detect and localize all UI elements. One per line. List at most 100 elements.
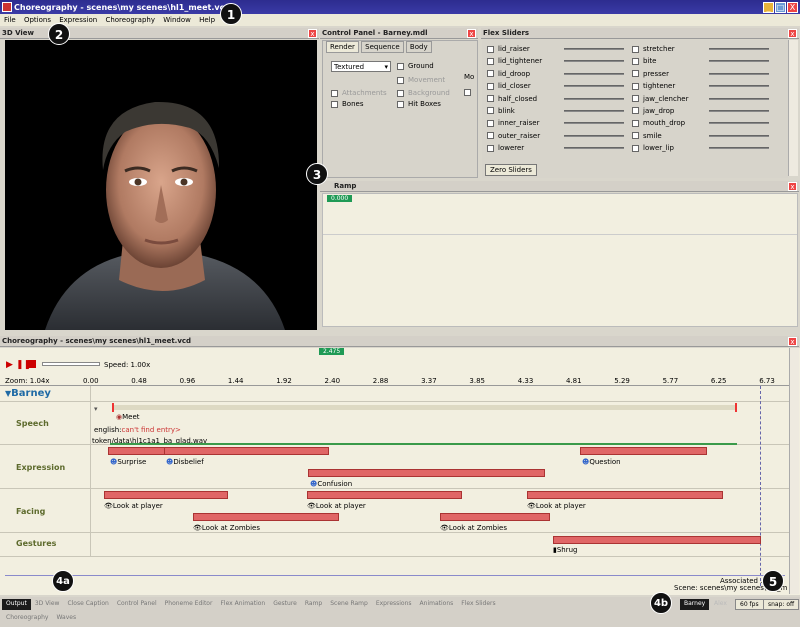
bottom-tab-close-caption[interactable]: Close Caption xyxy=(63,599,112,610)
actor-row-header[interactable]: ▼Barney xyxy=(5,388,51,399)
tab-sequence[interactable]: Sequence xyxy=(361,41,404,53)
flex-sliders-scrollbar[interactable] xyxy=(788,40,798,176)
flex-slider-track[interactable] xyxy=(709,109,769,112)
speech-range-bar[interactable] xyxy=(112,405,737,410)
flex-checkbox[interactable] xyxy=(487,70,494,78)
look-at-player-bar-3[interactable] xyxy=(527,491,723,499)
flex-checkbox[interactable] xyxy=(632,70,639,78)
flex-slider-track[interactable] xyxy=(709,147,769,150)
flex-slider-track[interactable] xyxy=(709,48,769,50)
tab-render[interactable]: Render xyxy=(326,41,359,53)
flex-checkbox[interactable] xyxy=(487,132,494,140)
flex-slider-track[interactable] xyxy=(564,97,624,100)
menu-choreography[interactable]: Choreography xyxy=(105,16,155,24)
disbelief-bar[interactable] xyxy=(164,447,329,455)
mo-checkbox[interactable] xyxy=(464,88,475,96)
bottom-tab-choreography[interactable]: Choreography xyxy=(2,613,52,624)
flex-slider-track[interactable] xyxy=(564,134,624,137)
bottom-tab-control-panel[interactable]: Control Panel xyxy=(113,599,161,610)
close-choreography-icon[interactable]: x xyxy=(788,337,797,346)
close-3d-view-icon[interactable]: x xyxy=(308,29,317,38)
look-at-player-bar-1[interactable] xyxy=(104,491,228,499)
maximize-button[interactable]: □ xyxy=(775,2,786,13)
play-button[interactable]: ▶ xyxy=(6,360,13,370)
bottom-tab-output[interactable]: Output xyxy=(2,599,31,610)
stop-button[interactable] xyxy=(28,360,36,368)
minimize-button[interactable]: _ xyxy=(763,2,774,13)
flex-slider-track[interactable] xyxy=(564,85,624,88)
wav-timeline[interactable] xyxy=(110,443,737,445)
hit-boxes-checkbox[interactable]: Hit Boxes xyxy=(397,100,441,108)
flex-slider-track[interactable] xyxy=(709,134,769,137)
flex-slider-track[interactable] xyxy=(564,48,624,50)
actor-button-barney[interactable]: Barney xyxy=(680,599,710,610)
bottom-tab-waves[interactable]: Waves xyxy=(52,613,80,624)
confusion-bar[interactable] xyxy=(308,469,545,477)
flex-checkbox[interactable] xyxy=(632,132,639,140)
flex-checkbox[interactable] xyxy=(632,82,639,90)
close-ramp-icon[interactable]: x xyxy=(788,182,797,191)
flex-slider-track[interactable] xyxy=(564,122,624,125)
movement-checkbox[interactable]: Movement xyxy=(397,76,445,84)
look-at-player-bar-2[interactable] xyxy=(307,491,462,499)
question-bar[interactable] xyxy=(580,447,707,455)
speech-collapse-icon[interactable]: ▾ xyxy=(94,405,98,413)
bottom-tab-flex-sliders[interactable]: Flex Sliders xyxy=(457,599,499,610)
bones-checkbox[interactable]: Bones xyxy=(331,100,363,108)
flex-checkbox[interactable] xyxy=(487,144,494,152)
menu-help[interactable]: Help xyxy=(199,16,215,24)
flex-checkbox[interactable] xyxy=(487,107,494,115)
bottom-tab-scene-ramp[interactable]: Scene Ramp xyxy=(326,599,372,610)
close-window-button[interactable]: X xyxy=(787,2,798,13)
ground-checkbox[interactable]: Ground xyxy=(397,62,434,70)
flex-slider-track[interactable] xyxy=(564,60,624,63)
actor-button-alex[interactable]: Alex xyxy=(710,599,731,610)
bottom-tab-animations[interactable]: Animations xyxy=(416,599,458,610)
bottom-tab-phoneme-editor[interactable]: Phoneme Editor xyxy=(161,599,217,610)
speed-slider[interactable] xyxy=(42,362,100,366)
flex-slider-track[interactable] xyxy=(709,60,769,63)
flex-slider-track[interactable] xyxy=(709,72,769,75)
bottom-tab-expressions[interactable]: Expressions xyxy=(372,599,416,610)
bottom-tab-gesture[interactable]: Gesture xyxy=(269,599,301,610)
surprise-bar[interactable] xyxy=(108,447,166,455)
flex-slider-track[interactable] xyxy=(709,85,769,88)
ramp-canvas[interactable]: 0.000 xyxy=(322,193,798,327)
3d-viewport[interactable] xyxy=(5,40,317,330)
attachments-checkbox[interactable]: Attachments xyxy=(331,89,387,97)
flex-slider-track[interactable] xyxy=(564,109,624,112)
render-mode-select[interactable]: Textured ▾ xyxy=(331,61,391,72)
bottom-tab-3d-view[interactable]: 3D View xyxy=(31,599,64,610)
choreography-scrollbar[interactable] xyxy=(789,348,799,594)
bottom-tab-ramp[interactable]: Ramp xyxy=(301,599,326,610)
flex-checkbox[interactable] xyxy=(487,82,494,90)
snap-button[interactable]: snap: off xyxy=(763,599,800,610)
menu-file[interactable]: File xyxy=(4,16,16,24)
flex-slider-track[interactable] xyxy=(564,72,624,75)
flex-checkbox[interactable] xyxy=(632,95,639,103)
tab-body[interactable]: Body xyxy=(405,41,432,53)
flex-checkbox[interactable] xyxy=(632,57,639,65)
flex-checkbox[interactable] xyxy=(632,45,639,53)
background-checkbox[interactable]: Background xyxy=(397,89,450,97)
flex-slider-track[interactable] xyxy=(709,97,769,100)
flex-checkbox[interactable] xyxy=(487,57,494,65)
bottom-tab-flex-animation[interactable]: Flex Animation xyxy=(216,599,269,610)
menu-window[interactable]: Window xyxy=(163,16,191,24)
flex-checkbox[interactable] xyxy=(632,144,639,152)
menu-expression[interactable]: Expression xyxy=(59,16,97,24)
flex-checkbox[interactable] xyxy=(632,107,639,115)
look-at-zombies-bar-1[interactable] xyxy=(193,513,339,521)
close-control-panel-icon[interactable]: x xyxy=(467,29,476,38)
flex-checkbox[interactable] xyxy=(487,95,494,103)
flex-slider-track[interactable] xyxy=(709,122,769,125)
meet-event[interactable]: ◉Meet xyxy=(116,413,140,421)
flex-slider-track[interactable] xyxy=(564,147,624,150)
english-entry[interactable]: english:can't find entry> xyxy=(94,426,181,434)
flex-checkbox[interactable] xyxy=(487,45,494,53)
look-at-zombies-bar-2[interactable] xyxy=(440,513,550,521)
menu-options[interactable]: Options xyxy=(24,16,51,24)
flex-checkbox[interactable] xyxy=(487,119,494,127)
fps-button[interactable]: 60 fps xyxy=(735,599,764,610)
flex-checkbox[interactable] xyxy=(632,119,639,127)
